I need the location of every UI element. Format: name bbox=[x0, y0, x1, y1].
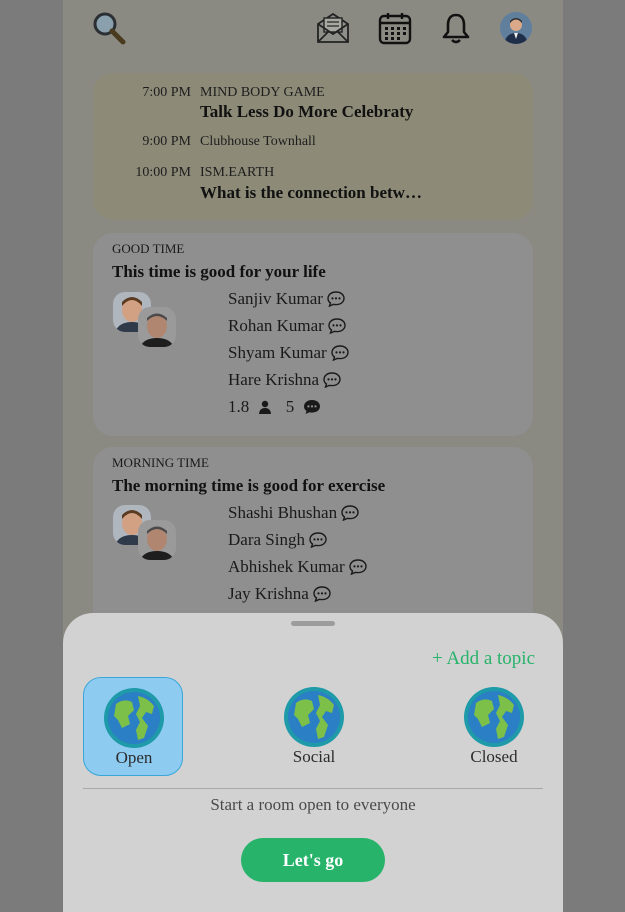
chat-bubble-icon bbox=[330, 345, 349, 366]
avatar[interactable] bbox=[500, 12, 532, 44]
room-type-label: Closed bbox=[470, 747, 518, 766]
calendar-icon[interactable] bbox=[378, 11, 412, 45]
room-title: This time is good for your life bbox=[112, 262, 326, 281]
speaker-name[interactable]: Abhishek Kumar bbox=[228, 557, 367, 580]
room-type-description: Start a room open to everyone bbox=[210, 795, 416, 814]
room-type-open[interactable]: Open bbox=[83, 677, 183, 776]
room-type-label: Open bbox=[115, 748, 153, 767]
room-club-label: MORNING TIME bbox=[112, 455, 209, 470]
chat-bubble-icon bbox=[313, 586, 331, 607]
room-type-social[interactable]: Social bbox=[264, 677, 364, 776]
speaker-avatar bbox=[138, 307, 176, 347]
speaker-label: Abhishek Kumar bbox=[228, 557, 345, 576]
schedule-club: MIND BODY GAME bbox=[200, 85, 325, 100]
speaker-name[interactable]: Rohan Kumar bbox=[228, 316, 346, 339]
schedule-club: ISM.EARTH bbox=[200, 165, 275, 180]
chat-bubble-filled-icon bbox=[303, 399, 321, 415]
speaker-avatar bbox=[138, 520, 176, 560]
chat-bubble-icon bbox=[309, 532, 327, 553]
schedule-title: What is the connection betw… bbox=[200, 183, 422, 202]
listener-count: 1.8 bbox=[228, 397, 250, 416]
person-icon bbox=[258, 400, 272, 414]
schedule-item[interactable]: 9:00 PM Clubhouse Townhall bbox=[93, 134, 533, 154]
chat-bubble-icon bbox=[327, 291, 345, 312]
schedule-time: 9:00 PM bbox=[142, 134, 191, 149]
search-icon[interactable] bbox=[91, 10, 127, 46]
globe-icon bbox=[102, 686, 166, 750]
room-card[interactable]: GOOD TIME This time is good for your lif… bbox=[93, 233, 533, 436]
top-bar bbox=[63, 0, 563, 60]
speaker-label: Rohan Kumar bbox=[228, 316, 324, 335]
speaker-name[interactable]: Shashi Bhushan bbox=[228, 503, 359, 526]
schedule-club: Clubhouse Townhall bbox=[200, 134, 316, 149]
envelope-icon[interactable] bbox=[316, 12, 350, 44]
globe-icon bbox=[462, 685, 526, 749]
speaker-label: Hare Krishna bbox=[228, 370, 320, 389]
divider bbox=[83, 788, 543, 789]
speaker-label: Sanjiv Kumar bbox=[228, 289, 323, 308]
room-title: The morning time is good for exercise bbox=[112, 476, 386, 495]
lets-go-button[interactable]: Let's go bbox=[241, 838, 385, 882]
chat-bubble-icon bbox=[323, 372, 341, 393]
add-topic-link[interactable]: + Add a topic bbox=[432, 648, 535, 670]
schedule-time: 7:00 PM bbox=[142, 85, 191, 100]
sheet-drag-handle[interactable] bbox=[291, 621, 335, 626]
speaker-label: Dara Singh bbox=[228, 530, 305, 549]
chat-bubble-icon bbox=[328, 318, 346, 339]
speaker-name[interactable]: Jay Krishna bbox=[228, 584, 331, 607]
room-club-label: GOOD TIME bbox=[112, 241, 185, 256]
upcoming-schedule-card[interactable]: 7:00 PM MIND BODY GAME Talk Less Do More… bbox=[93, 73, 533, 220]
room-type-label: Social bbox=[292, 747, 336, 766]
speaker-label: Jay Krishna bbox=[228, 584, 309, 603]
schedule-time: 10:00 PM bbox=[135, 165, 191, 180]
speaker-name[interactable]: Shyam Kumar bbox=[228, 343, 349, 366]
bell-icon[interactable] bbox=[442, 12, 470, 44]
speaker-count: 5 bbox=[285, 397, 295, 416]
schedule-title: Talk Less Do More Celebraty bbox=[200, 102, 414, 121]
schedule-item[interactable]: 7:00 PM MIND BODY GAME Talk Less Do More… bbox=[93, 85, 533, 125]
room-type-closed[interactable]: Closed bbox=[444, 677, 544, 776]
speaker-name[interactable]: Dara Singh bbox=[228, 530, 327, 553]
room-stats: 1.8 5 bbox=[228, 397, 321, 417]
globe-icon bbox=[282, 685, 346, 749]
speaker-name[interactable]: Hare Krishna bbox=[228, 370, 341, 393]
speaker-label: Shyam Kumar bbox=[228, 343, 327, 362]
speaker-label: Shashi Bhushan bbox=[228, 503, 338, 522]
speaker-name[interactable]: Sanjiv Kumar bbox=[228, 289, 345, 312]
schedule-item[interactable]: 10:00 PM ISM.EARTH What is the connectio… bbox=[93, 165, 533, 205]
start-room-sheet: + Add a topic Open Social Closed Start a… bbox=[63, 613, 563, 912]
chat-bubble-icon bbox=[341, 505, 359, 526]
chat-bubble-icon bbox=[348, 559, 367, 580]
